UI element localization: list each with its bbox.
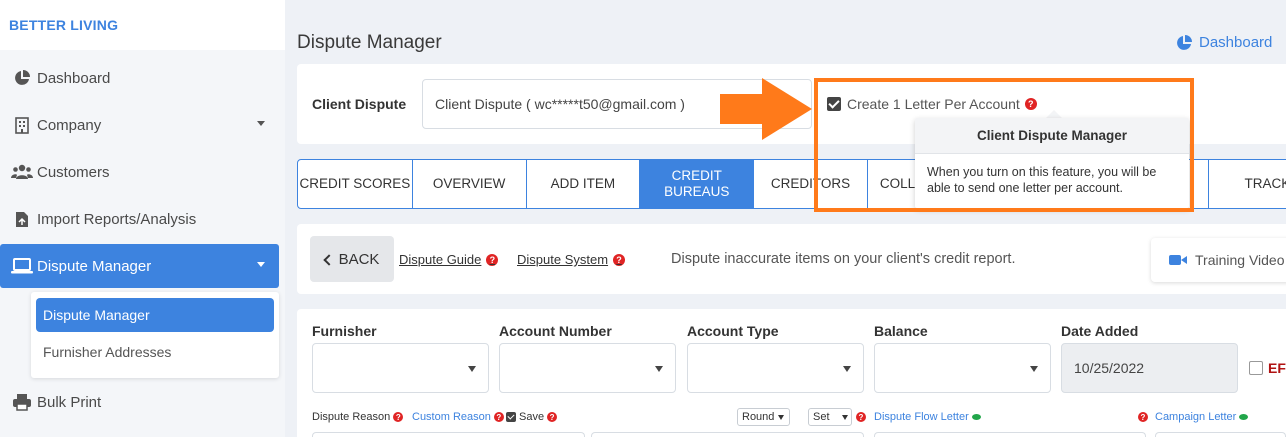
campaign-letter-link[interactable]: Campaign Letter bbox=[1155, 411, 1249, 423]
dropdown-arrow-icon bbox=[468, 366, 476, 372]
submenu-item-dispute-manager[interactable]: Dispute Manager bbox=[36, 298, 274, 332]
chevron-left-icon bbox=[322, 253, 335, 266]
furnisher-select[interactable] bbox=[312, 343, 489, 393]
save-text: Save bbox=[519, 411, 545, 423]
set-select[interactable]: Set bbox=[808, 408, 852, 426]
sidebar-item-bulk-print[interactable]: Bulk Print bbox=[0, 380, 279, 424]
sidebar-item-label: Customers bbox=[37, 163, 110, 181]
set-text: Set bbox=[813, 411, 830, 423]
round-text: Round bbox=[742, 411, 775, 423]
sidebar: BETTER LIVING Dashboard Company Customer… bbox=[0, 0, 285, 437]
brand-name: BETTER LIVING bbox=[9, 17, 119, 33]
tab-overview[interactable]: OVERVIEW bbox=[413, 160, 527, 208]
ef-toggle[interactable]: EF bbox=[1249, 360, 1286, 376]
dispute-reason-label: Dispute Reason ? bbox=[312, 411, 404, 423]
save-toggle[interactable]: Save ? bbox=[506, 411, 558, 423]
sidebar-item-customers[interactable]: Customers bbox=[0, 150, 279, 194]
sidebar-item-label: Import Reports/Analysis bbox=[37, 210, 197, 228]
file-import-icon bbox=[11, 209, 33, 229]
help-icon[interactable]: ? bbox=[486, 253, 499, 266]
dropdown-arrow-icon bbox=[841, 414, 848, 420]
laptop-icon bbox=[11, 256, 33, 276]
ef-label: EF bbox=[1268, 360, 1286, 376]
custom-reason-text: Custom Reason bbox=[412, 411, 491, 423]
back-button-label: BACK bbox=[338, 250, 380, 268]
campaign-letter-text: Campaign Letter bbox=[1155, 411, 1237, 423]
video-camera-icon bbox=[1169, 254, 1187, 266]
printer-icon bbox=[11, 392, 33, 412]
help-icon[interactable]: ? bbox=[613, 253, 626, 266]
dropdown-arrow-icon bbox=[778, 414, 785, 420]
sidebar-item-company[interactable]: Company bbox=[0, 103, 279, 147]
dispute-guide-link[interactable]: Dispute Guide ? bbox=[399, 252, 499, 267]
tab-credit-bureaus[interactable]: CREDIT BUREAUS bbox=[640, 160, 755, 208]
dropdown-arrow-icon bbox=[1030, 366, 1038, 372]
dropdown-arrow-icon bbox=[655, 366, 663, 372]
dispute-flow-letter-link[interactable]: Dispute Flow Letter bbox=[874, 411, 981, 423]
pie-chart-icon bbox=[1176, 34, 1192, 51]
balance-label: Balance bbox=[874, 323, 928, 339]
account-type-select[interactable] bbox=[687, 343, 864, 393]
custom-reason-link[interactable]: Custom Reason ? bbox=[412, 411, 504, 423]
date-added-label: Date Added bbox=[1061, 323, 1139, 339]
sidebar-item-import-reports[interactable]: Import Reports/Analysis bbox=[0, 197, 279, 241]
dispute-submenu: Dispute Manager Furnisher Addresses bbox=[31, 292, 279, 378]
dispute-flow-letter-select[interactable] bbox=[874, 432, 1146, 437]
dropdown-arrow-icon bbox=[843, 366, 851, 372]
sidebar-item-label: Bulk Print bbox=[37, 393, 102, 411]
sidebar-item-label: Dispute Manager bbox=[37, 257, 152, 275]
building-icon bbox=[11, 115, 33, 135]
dispute-system-label: Dispute System bbox=[517, 252, 609, 267]
brand-logo[interactable]: BETTER LIVING bbox=[0, 0, 285, 50]
training-video-label: Training Video bbox=[1195, 252, 1285, 268]
account-number-select[interactable] bbox=[499, 343, 676, 393]
toolbar-description: Dispute inaccurate items on your client'… bbox=[671, 251, 1016, 267]
sidebar-item-label: Company bbox=[37, 116, 102, 134]
training-video-button[interactable]: Training Video bbox=[1151, 238, 1286, 282]
tab-add-item[interactable]: ADD ITEM bbox=[527, 160, 641, 208]
dashboard-link-label: Dashboard bbox=[1199, 34, 1273, 51]
sidebar-item-dashboard[interactable]: Dashboard bbox=[0, 56, 279, 100]
back-button[interactable]: BACK bbox=[310, 236, 394, 282]
campaign-letter-select[interactable] bbox=[1155, 432, 1286, 437]
account-type-label: Account Type bbox=[687, 323, 779, 339]
furnisher-label: Furnisher bbox=[312, 323, 377, 339]
ef-checkbox[interactable] bbox=[1249, 361, 1263, 375]
sidebar-item-dispute-manager[interactable]: Dispute Manager bbox=[0, 244, 279, 288]
chevron-down-icon bbox=[257, 262, 265, 267]
highlight-box bbox=[814, 78, 1194, 212]
dispute-system-link[interactable]: Dispute System ? bbox=[517, 252, 626, 267]
client-dispute-label: Client Dispute bbox=[312, 96, 407, 112]
eye-icon[interactable] bbox=[971, 414, 981, 420]
balance-select[interactable] bbox=[874, 343, 1051, 393]
dispute-guide-label: Dispute Guide bbox=[399, 252, 482, 267]
dispute-reason-select[interactable] bbox=[312, 432, 585, 437]
chevron-down-icon bbox=[257, 121, 265, 126]
users-icon bbox=[11, 162, 33, 182]
tab-credit-scores[interactable]: CREDIT SCORES bbox=[298, 160, 413, 208]
round-input[interactable] bbox=[591, 432, 864, 437]
help-icon[interactable]: ? bbox=[547, 412, 558, 422]
account-number-label: Account Number bbox=[499, 323, 612, 339]
annotation-arrow-icon bbox=[720, 78, 812, 140]
dashboard-link[interactable]: Dashboard bbox=[1176, 34, 1272, 51]
round-select[interactable]: Round bbox=[737, 408, 790, 426]
help-icon[interactable]: ? bbox=[856, 412, 866, 422]
page-title: Dispute Manager bbox=[297, 32, 442, 53]
pie-chart-icon bbox=[11, 68, 33, 88]
help-icon[interactable]: ? bbox=[1138, 412, 1148, 422]
help-icon[interactable]: ? bbox=[493, 412, 504, 422]
tab-tracking[interactable]: TRACKI bbox=[1209, 160, 1286, 208]
dispute-reason-text: Dispute Reason bbox=[312, 411, 391, 423]
save-checkbox[interactable] bbox=[506, 412, 516, 422]
date-added-input[interactable]: 10/25/2022 bbox=[1061, 343, 1238, 393]
eye-icon[interactable] bbox=[1239, 414, 1249, 420]
dispute-flow-letter-text: Dispute Flow Letter bbox=[874, 411, 969, 423]
help-icon[interactable]: ? bbox=[393, 412, 404, 422]
submenu-item-furnisher-addresses[interactable]: Furnisher Addresses bbox=[36, 335, 274, 369]
sidebar-item-label: Dashboard bbox=[37, 69, 111, 87]
